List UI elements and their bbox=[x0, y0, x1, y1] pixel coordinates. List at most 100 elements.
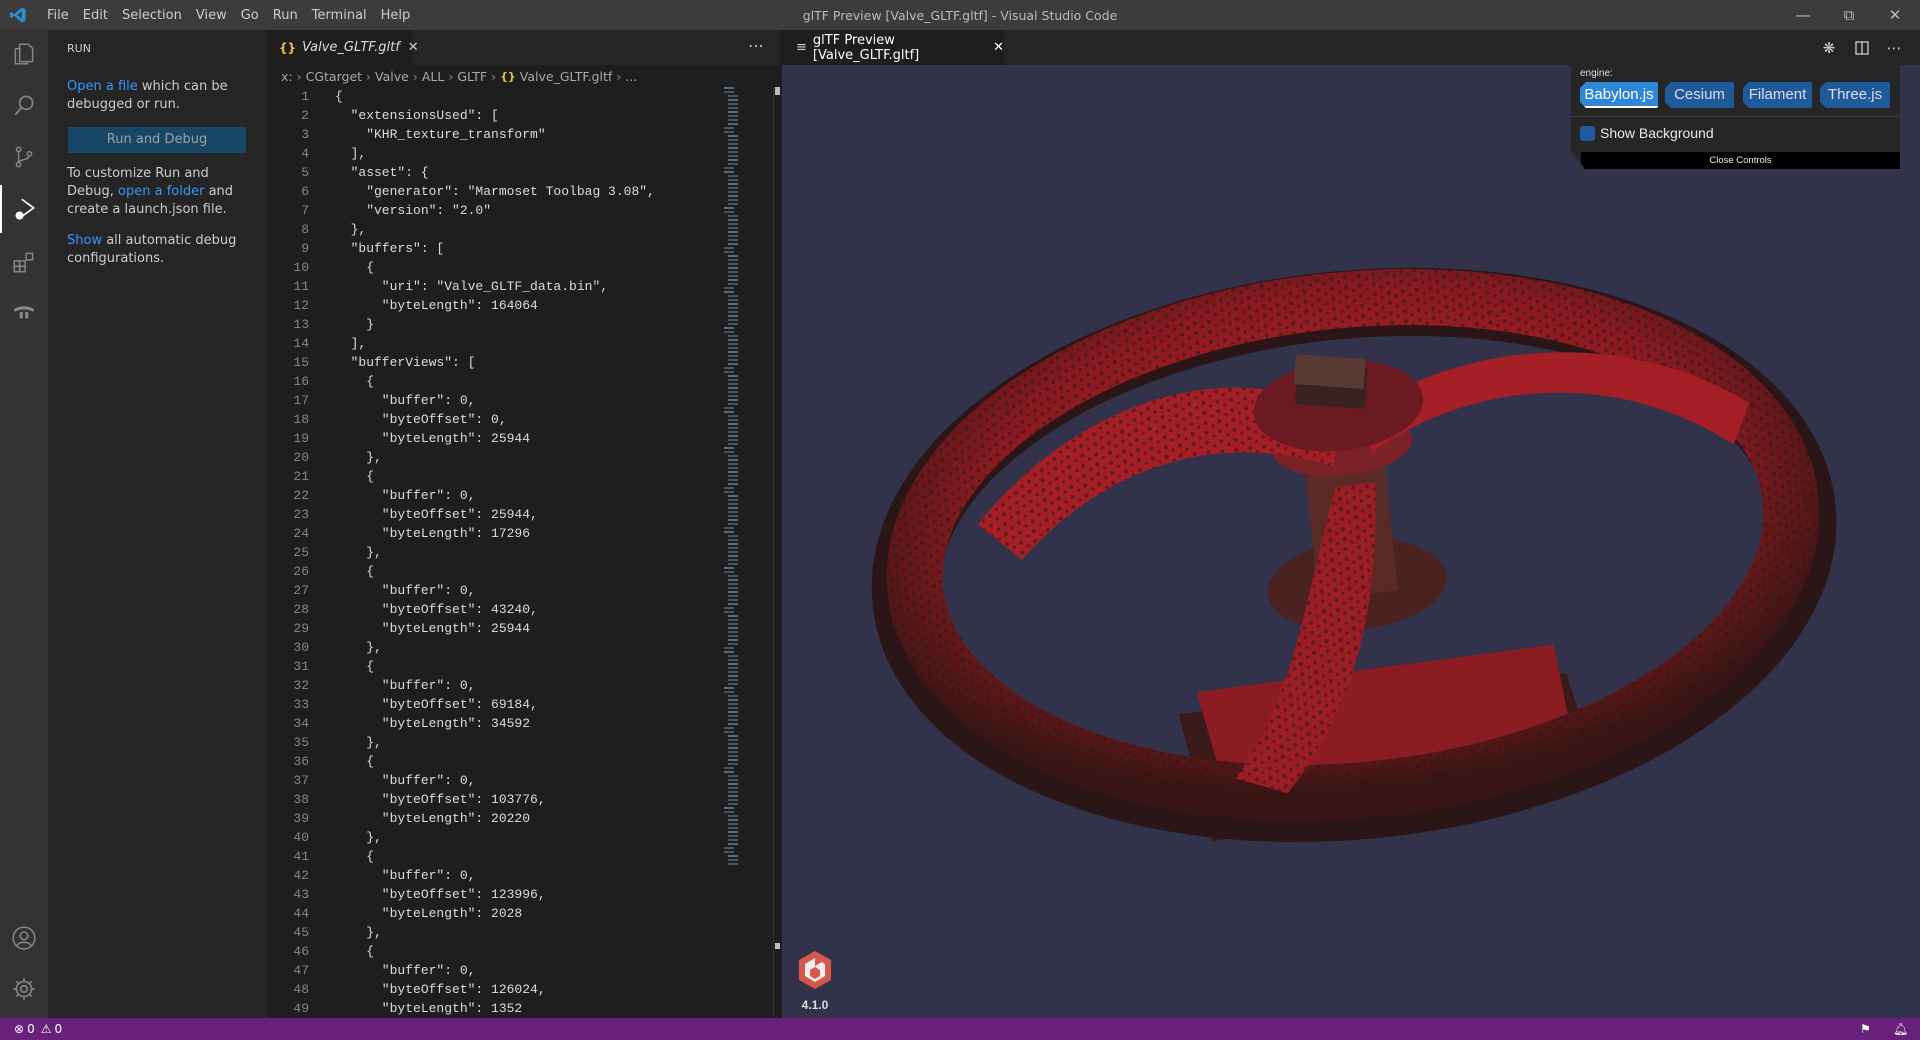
open-folder-link[interactable]: open a folder bbox=[118, 184, 204, 199]
breadcrumb-item[interactable]: ALL bbox=[422, 69, 444, 84]
extensions-icon[interactable] bbox=[0, 238, 48, 286]
explorer-icon[interactable] bbox=[0, 30, 48, 78]
code-line[interactable]: 46 { bbox=[267, 942, 717, 961]
code-line[interactable]: 45 }, bbox=[267, 923, 717, 942]
scrollbar-thumb[interactable] bbox=[775, 87, 780, 95]
feedback-icon[interactable]: ⚑ bbox=[1860, 1022, 1871, 1036]
code-line[interactable]: 24 "byteLength": 17296 bbox=[267, 524, 717, 543]
code-line[interactable]: 5 "asset": { bbox=[267, 163, 717, 182]
checkbox-box[interactable] bbox=[1580, 125, 1595, 141]
menu-terminal[interactable]: Terminal bbox=[305, 8, 374, 23]
more-actions-icon[interactable]: ⋯ bbox=[748, 36, 764, 55]
code-line[interactable]: 31 { bbox=[267, 657, 717, 676]
more-actions-icon[interactable]: ⋯ bbox=[1883, 37, 1905, 59]
engine-threejs-button[interactable]: Three.js bbox=[1820, 82, 1890, 108]
close-controls-button[interactable]: Close Controls bbox=[1581, 152, 1900, 169]
valve-3d-model[interactable] bbox=[782, 65, 1920, 1018]
code-line[interactable]: 16 { bbox=[267, 372, 717, 391]
account-icon[interactable] bbox=[0, 914, 48, 962]
terraform-icon[interactable] bbox=[0, 289, 48, 337]
run-debug-icon[interactable] bbox=[0, 185, 48, 233]
gltf-debug-icon[interactable]: ❋ bbox=[1818, 37, 1840, 59]
code-line[interactable]: 30 }, bbox=[267, 638, 717, 657]
code-line[interactable]: 42 "buffer": 0, bbox=[267, 866, 717, 885]
code-line[interactable]: 49 "byteLength": 1352 bbox=[267, 999, 717, 1018]
close-window-icon[interactable]: ✕ bbox=[1872, 0, 1918, 30]
minimize-icon[interactable]: — bbox=[1780, 0, 1826, 30]
code-line[interactable]: 6 "generator": "Marmoset Toolbag 3.08", bbox=[267, 182, 717, 201]
menu-edit[interactable]: Edit bbox=[76, 8, 115, 23]
breadcrumb-item[interactable]: ... bbox=[625, 69, 637, 84]
code-line[interactable]: 1{ bbox=[267, 87, 717, 106]
code-line[interactable]: 14 ], bbox=[267, 334, 717, 353]
restore-icon[interactable]: ⧉ bbox=[1826, 0, 1872, 30]
code-line[interactable]: 12 "byteLength": 164064 bbox=[267, 296, 717, 315]
breadcrumb-item[interactable]: GLTF bbox=[457, 69, 487, 84]
close-tab-icon[interactable]: ✕ bbox=[993, 40, 1004, 55]
split-editor-icon[interactable] bbox=[1851, 37, 1873, 59]
code-line[interactable]: 19 "byteLength": 25944 bbox=[267, 429, 717, 448]
code-line[interactable]: 47 "buffer": 0, bbox=[267, 961, 717, 980]
code-line[interactable]: 7 "version": "2.0" bbox=[267, 201, 717, 220]
code-line[interactable]: 33 "byteOffset": 69184, bbox=[267, 695, 717, 714]
code-line[interactable]: 37 "buffer": 0, bbox=[267, 771, 717, 790]
breadcrumb-item[interactable]: x: bbox=[281, 69, 293, 84]
code-line[interactable]: 36 { bbox=[267, 752, 717, 771]
code-line[interactable]: 48 "byteOffset": 126024, bbox=[267, 980, 717, 999]
code-line[interactable]: 35 }, bbox=[267, 733, 717, 752]
code-line[interactable]: 44 "byteLength": 2028 bbox=[267, 904, 717, 923]
engine-babylonjs-button[interactable]: Babylon.js bbox=[1580, 82, 1658, 108]
breadcrumb-item[interactable]: Valve_GLTF.gltf bbox=[520, 69, 612, 84]
code-line[interactable]: 25 }, bbox=[267, 543, 717, 562]
show-background-checkbox[interactable]: Show Background bbox=[1580, 125, 1714, 141]
code-line[interactable]: 29 "byteLength": 25944 bbox=[267, 619, 717, 638]
menu-file[interactable]: File bbox=[40, 8, 76, 23]
code-lines[interactable]: 1{2 "extensionsUsed": [3 "KHR_texture_tr… bbox=[267, 87, 717, 1018]
code-line[interactable]: 15 "bufferViews": [ bbox=[267, 353, 717, 372]
code-line[interactable]: 23 "byteOffset": 25944, bbox=[267, 505, 717, 524]
editor-scrollbar[interactable] bbox=[773, 87, 780, 1017]
code-line[interactable]: 18 "byteOffset": 0, bbox=[267, 410, 717, 429]
close-tab-icon[interactable]: ✕ bbox=[408, 40, 419, 55]
code-line[interactable]: 34 "byteLength": 34592 bbox=[267, 714, 717, 733]
code-line[interactable]: 3 "KHR_texture_transform" bbox=[267, 125, 717, 144]
minimap[interactable] bbox=[718, 87, 772, 927]
code-line[interactable]: 41 { bbox=[267, 847, 717, 866]
code-line[interactable]: 22 "buffer": 0, bbox=[267, 486, 717, 505]
code-line[interactable]: 21 { bbox=[267, 467, 717, 486]
code-line[interactable]: 17 "buffer": 0, bbox=[267, 391, 717, 410]
code-line[interactable]: 28 "byteOffset": 43240, bbox=[267, 600, 717, 619]
breadcrumb-item[interactable]: Valve bbox=[375, 69, 409, 84]
tab-gltf-preview[interactable]: ≡ glTF Preview [Valve_GLTF.gltf] ✕ bbox=[782, 30, 1004, 65]
code-line[interactable]: 11 "uri": "Valve_GLTF_data.bin", bbox=[267, 277, 717, 296]
code-line[interactable]: 27 "buffer": 0, bbox=[267, 581, 717, 600]
code-line[interactable]: 2 "extensionsUsed": [ bbox=[267, 106, 717, 125]
search-icon[interactable] bbox=[0, 81, 48, 129]
problems-indicator[interactable]: ⊗ 0 ⚠ 0 bbox=[14, 1022, 62, 1036]
menu-view[interactable]: View bbox=[189, 8, 234, 23]
menu-run[interactable]: Run bbox=[266, 8, 305, 23]
code-line[interactable]: 38 "byteOffset": 103776, bbox=[267, 790, 717, 809]
engine-cesium-button[interactable]: Cesium bbox=[1665, 82, 1734, 108]
settings-gear-icon[interactable] bbox=[0, 965, 48, 1013]
run-and-debug-button[interactable]: Run and Debug bbox=[68, 127, 246, 153]
source-control-icon[interactable] bbox=[0, 133, 48, 181]
breadcrumb-item[interactable]: CGtarget bbox=[306, 69, 362, 84]
code-line[interactable]: 32 "buffer": 0, bbox=[267, 676, 717, 695]
code-line[interactable]: 9 "buffers": [ bbox=[267, 239, 717, 258]
code-line[interactable]: 4 ], bbox=[267, 144, 717, 163]
open-file-link[interactable]: Open a file bbox=[67, 79, 138, 94]
code-line[interactable]: 13 } bbox=[267, 315, 717, 334]
menu-selection[interactable]: Selection bbox=[115, 8, 189, 23]
notifications-bell-icon[interactable]: 🔔︎ bbox=[1893, 1022, 1908, 1036]
show-configs-link[interactable]: Show bbox=[67, 233, 102, 248]
menu-go[interactable]: Go bbox=[234, 8, 266, 23]
menu-help[interactable]: Help bbox=[374, 8, 418, 23]
tab-valve-gltf[interactable]: {} Valve_GLTF.gltf ✕ bbox=[267, 30, 419, 65]
code-line[interactable]: 8 }, bbox=[267, 220, 717, 239]
code-line[interactable]: 20 }, bbox=[267, 448, 717, 467]
code-line[interactable]: 43 "byteOffset": 123996, bbox=[267, 885, 717, 904]
code-line[interactable]: 40 }, bbox=[267, 828, 717, 847]
code-line[interactable]: 39 "byteLength": 20220 bbox=[267, 809, 717, 828]
code-line[interactable]: 26 { bbox=[267, 562, 717, 581]
